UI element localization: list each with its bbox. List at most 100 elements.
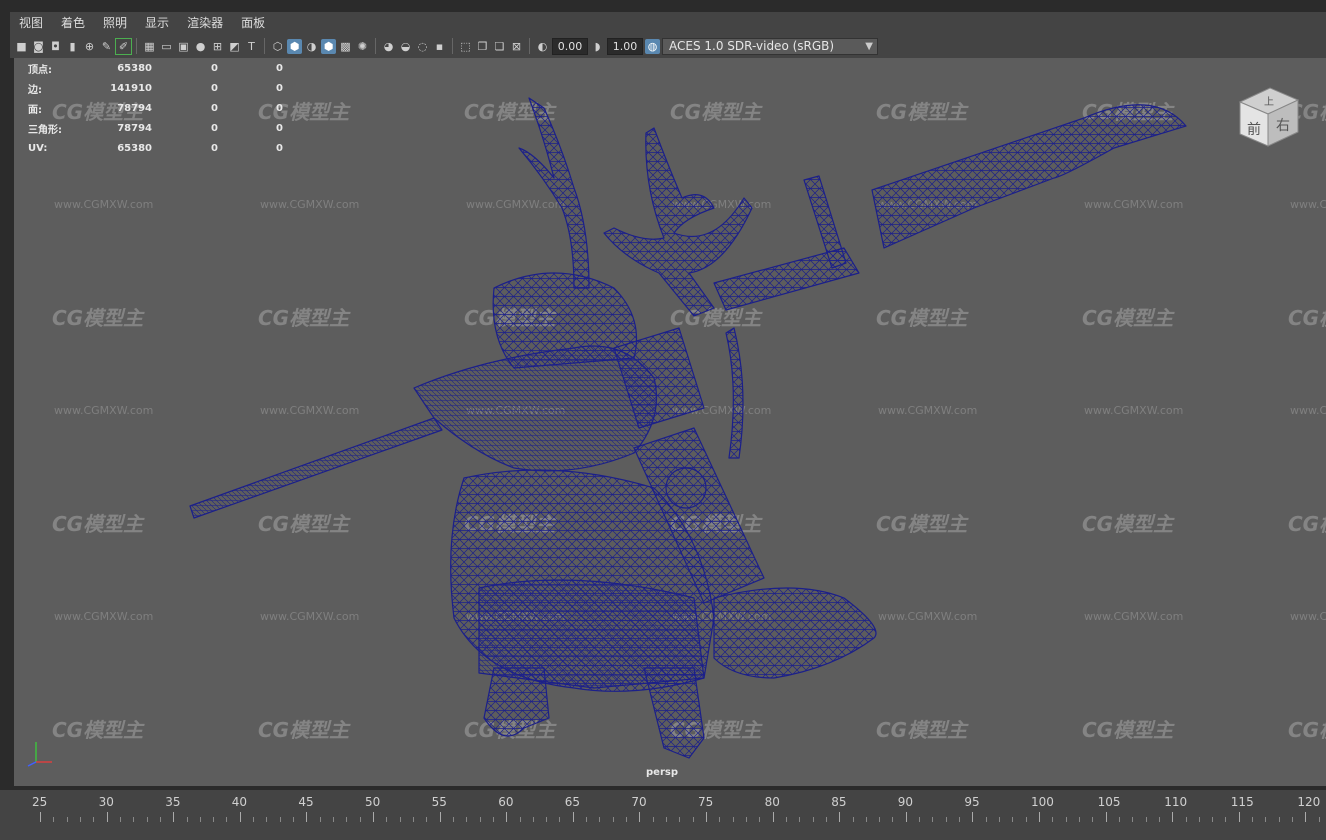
frame-tick (373, 812, 374, 822)
menu-item[interactable]: 着色 (52, 12, 94, 34)
menu-item[interactable]: 显示 (136, 12, 178, 34)
hud-label: 面: (28, 104, 42, 116)
menu-item[interactable]: 渲染器 (178, 12, 232, 34)
safe-title-icon[interactable]: T (244, 39, 259, 54)
frame-subtick (386, 817, 388, 822)
chevron-down-icon: ▼ (865, 40, 873, 52)
exposure-icon[interactable]: ◐ (535, 39, 550, 54)
frame-tick (173, 812, 175, 822)
resolution-gate-icon[interactable]: ▣ (176, 39, 191, 54)
toolbar-divider (529, 38, 530, 54)
anti-aliasing-icon[interactable]: ▪ (432, 39, 447, 54)
frame-subtick (1092, 817, 1094, 822)
frame-subtick (626, 817, 628, 822)
image-plane-icon[interactable]: ▮ (65, 39, 80, 54)
wireframe-icon[interactable]: ⬡ (270, 39, 285, 54)
viewcube-right-label: 右 (1276, 118, 1290, 134)
frame-tick (239, 812, 241, 822)
hud-value: 65380 (117, 142, 152, 154)
frame-tick (1172, 812, 1174, 822)
frame-label: 55 (431, 795, 447, 809)
camera-bookmark-icon[interactable]: ◘ (48, 39, 63, 54)
poly-count-hud: 顶点: 65380 0 0 边: 141910 0 0 面: 78794 0 0 三角形: 78794 0 0… (28, 58, 283, 158)
gamma-icon[interactable]: ◗ (590, 39, 605, 54)
hud-value: 0 (211, 142, 218, 154)
frame-label: 65 (564, 795, 581, 809)
frame-label: 75 (698, 795, 714, 809)
frame-label: 110 (1164, 795, 1188, 809)
grid-icon[interactable]: ▦ (142, 39, 157, 54)
frame-label: 85 (831, 795, 847, 809)
lights-icon[interactable]: ✺ (355, 39, 370, 54)
frame-subtick (519, 817, 521, 822)
view-transform-value: ACES 1.0 SDR-video (sRGB) (669, 39, 835, 53)
wireframe-model[interactable] (14, 58, 1326, 786)
pencil-tool-icon[interactable]: ✐ (115, 37, 132, 55)
xray-active-icon[interactable]: ⊠ (509, 39, 524, 54)
hud-value: 78794 (117, 102, 152, 114)
3d-viewport[interactable]: CG模型主 www.CGMXW.com CG模型主 www.CGMXW.com CG模型… (14, 58, 1326, 786)
frame-tick (839, 812, 841, 822)
xray-icon[interactable]: ❐ (475, 39, 490, 54)
frame-tick (306, 812, 308, 822)
frame-subtick (66, 817, 68, 822)
frame-subtick (226, 817, 228, 822)
frame-subtick (586, 817, 588, 822)
xray-joints-icon[interactable]: ❏ (492, 39, 507, 54)
textured-icon[interactable]: ▩ (338, 39, 353, 54)
gamma-field[interactable]: 1.00 (607, 37, 643, 55)
exposure-field[interactable]: 0.00 (552, 37, 588, 55)
default-material-icon[interactable]: ◑ (304, 39, 319, 54)
isolate-select-icon[interactable]: ⬚ (458, 39, 473, 54)
frame-subtick (53, 817, 55, 822)
frame-subtick (945, 817, 947, 822)
menu-item[interactable]: 面板 (232, 12, 274, 34)
wireframe-on-shaded-icon[interactable]: ⬢ (321, 38, 336, 54)
menu-item[interactable]: 照明 (94, 12, 136, 34)
frame-subtick (1185, 817, 1187, 822)
safe-action-icon[interactable]: ◩ (227, 39, 242, 54)
tassel-shape (725, 327, 744, 459)
hud-label: 边: (28, 84, 42, 96)
frame-subtick (999, 817, 1001, 822)
frame-tick (1305, 812, 1307, 822)
frame-subtick (266, 817, 268, 822)
2d-pan-zoom-icon[interactable]: ⊕ (82, 39, 97, 54)
color-management-icon[interactable]: ◍ (645, 38, 660, 54)
frame-label: 115 (1230, 795, 1254, 809)
frame-subtick (985, 817, 987, 822)
frame-label: 30 (98, 795, 114, 809)
viewcube-icon[interactable]: 上 前 右 (1232, 80, 1306, 154)
frame-subtick (879, 817, 881, 822)
gate-mask-icon[interactable]: ● (193, 39, 208, 54)
camera-select-icon[interactable]: ■ (14, 39, 29, 54)
frame-subtick (333, 817, 335, 822)
field-chart-icon[interactable]: ⊞ (210, 39, 225, 54)
hud-value: 0 (211, 122, 218, 134)
time-slider[interactable]: 25 30 35 40 45 50 55 60 65 70 75 80 85 90 95 100 105 110 1… (0, 790, 1326, 840)
frame-subtick (1132, 817, 1134, 822)
shadows-icon[interactable]: ◕ (381, 39, 396, 54)
frame-subtick (186, 817, 188, 822)
frame-subtick (452, 817, 454, 822)
frame-subtick (785, 817, 787, 822)
camera-attributes-icon[interactable]: ◙ (31, 39, 46, 54)
frame-subtick (732, 817, 734, 822)
motion-blur-icon[interactable]: ◌ (415, 39, 430, 54)
grease-pencil-icon[interactable]: ✎ (99, 39, 114, 54)
leg-right-shape (643, 667, 705, 759)
axis-gizmo-icon (27, 742, 52, 767)
frame-label: 95 (964, 795, 980, 809)
menu-item[interactable]: 视图 (10, 12, 52, 34)
frame-subtick (1158, 817, 1160, 822)
frame-label: 50 (365, 795, 381, 809)
hud-value: 0 (276, 102, 283, 114)
view-transform-select[interactable]: ACES 1.0 SDR-video (sRGB) ▼ (662, 37, 878, 55)
frame-label: 70 (631, 795, 647, 809)
film-gate-icon[interactable]: ▭ (159, 39, 174, 54)
frame-subtick (399, 817, 401, 822)
smooth-shade-icon[interactable]: ⬢ (287, 38, 302, 54)
frame-subtick (1065, 817, 1067, 822)
ambient-occlusion-icon[interactable]: ◒ (398, 39, 413, 54)
frame-subtick (599, 817, 601, 822)
